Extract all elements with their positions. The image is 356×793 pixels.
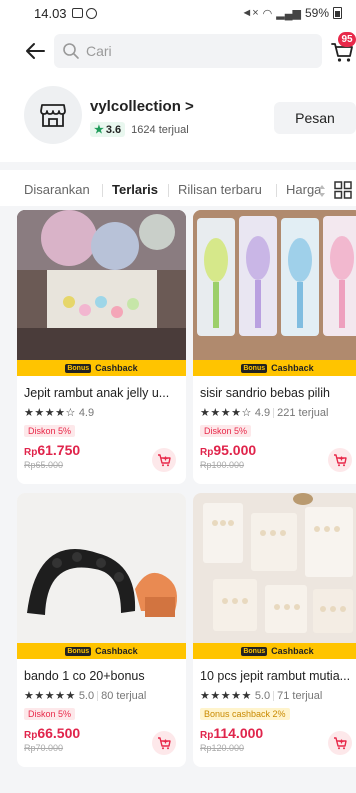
- product-image: [193, 493, 356, 643]
- discount-badge: Diskon 5%: [200, 425, 252, 437]
- original-price: Rp120.000: [200, 743, 245, 753]
- product-card[interactable]: Bonus Cashback bando 1 co 20+bonus ★★★★★…: [17, 493, 186, 767]
- add-to-cart-button[interactable]: [328, 448, 352, 472]
- store-rating: ★ 3.6: [90, 122, 126, 137]
- product-title: 10 pcs jepit rambut mutia...: [200, 669, 351, 683]
- rating-stars-icon: ★★★★☆: [24, 407, 76, 419]
- cashback-badge: Bonus cashback 2%: [200, 708, 290, 720]
- product-title: sisir sandrio bebas pilih: [200, 386, 330, 400]
- product-card[interactable]: Bonus Cashback 10 pcs jepit rambut mutia…: [193, 493, 356, 767]
- product-rating: ★★★★★ 5.0 80 terjual: [24, 689, 147, 703]
- add-to-cart-button[interactable]: [152, 731, 176, 755]
- original-price: Rp100.000: [200, 460, 245, 470]
- product-price: Rp61.750: [24, 442, 81, 458]
- mute-icon: ◄×: [241, 7, 259, 19]
- store-meta: ★ 3.6 1624 terjual: [90, 122, 189, 137]
- status-time: 14.03: [34, 6, 67, 21]
- section-divider: [0, 162, 356, 170]
- gallery-notification-icon: [72, 8, 83, 18]
- sort-arrows-icon: [319, 185, 325, 197]
- cashback-banner: Bonus Cashback: [17, 360, 186, 376]
- cart-plus-icon: [334, 737, 347, 750]
- back-arrow-icon[interactable]: [24, 40, 46, 62]
- wifi-icon: ◠: [262, 7, 273, 20]
- rating-stars-icon: ★★★★★: [200, 690, 252, 702]
- cashback-banner: Bonus Cashback: [193, 643, 356, 659]
- rating-stars-icon: ★★★★★: [24, 690, 76, 702]
- product-title: Jepit rambut anak jelly u...: [24, 386, 170, 400]
- product-image: [17, 210, 186, 360]
- product-price: Rp95.000: [200, 442, 257, 458]
- discount-badge: Diskon 5%: [24, 708, 76, 720]
- original-price: Rp70.000: [24, 743, 64, 753]
- product-rating: ★★★★☆ 4.9: [24, 406, 95, 420]
- product-rating: ★★★★☆ 4.9 221 terjual: [200, 406, 329, 420]
- discount-badge: Diskon 5%: [24, 425, 76, 437]
- tab-terlaris[interactable]: Terlaris: [112, 182, 158, 197]
- search-icon: [63, 43, 79, 59]
- search-input[interactable]: [86, 34, 306, 68]
- pesan-button[interactable]: Pesan: [274, 102, 356, 134]
- add-to-cart-button[interactable]: [328, 731, 352, 755]
- tab-harga[interactable]: Harga: [286, 182, 321, 197]
- grid-view-icon[interactable]: [334, 181, 352, 199]
- search-bar[interactable]: [54, 34, 322, 68]
- store-sold-count: 1624 terjual: [131, 123, 189, 136]
- store-avatar[interactable]: [24, 86, 82, 144]
- rating-stars-icon: ★★★★☆: [200, 407, 252, 419]
- tab-disarankan[interactable]: Disarankan: [24, 182, 90, 197]
- cart-plus-icon: [158, 454, 171, 467]
- product-rating: ★★★★★ 5.0 71 terjual: [200, 689, 323, 703]
- product-image: [17, 493, 186, 643]
- cart-plus-icon: [334, 454, 347, 467]
- add-to-cart-button[interactable]: [152, 448, 176, 472]
- status-bar: 14.03 ◄× ◠ ▂▄▆ 59%: [0, 0, 356, 30]
- star-icon: ★: [94, 124, 104, 136]
- battery-percent: 59%: [304, 6, 329, 20]
- product-card[interactable]: Bonus Cashback sisir sandrio bebas pilih…: [193, 210, 356, 484]
- store-name[interactable]: vylcollection >: [90, 98, 194, 115]
- product-card[interactable]: Bonus Cashback Jepit rambut anak jelly u…: [17, 210, 186, 484]
- product-title: bando 1 co 20+bonus: [24, 669, 145, 683]
- sort-tabs: Disarankan Terlaris Rilisan terbaru Harg…: [0, 170, 356, 206]
- cart-plus-icon: [158, 737, 171, 750]
- cashback-banner: Bonus Cashback: [193, 360, 356, 376]
- store-header: vylcollection > ★ 3.6 1624 terjual Pesan: [0, 80, 356, 156]
- store-icon: [40, 104, 66, 127]
- instagram-notification-icon: [86, 8, 97, 19]
- cart-badge: 95: [338, 32, 356, 47]
- product-price: Rp114.000: [200, 725, 264, 741]
- cashback-banner: Bonus Cashback: [17, 643, 186, 659]
- signal-icon: ▂▄▆: [276, 7, 301, 20]
- search-header: 95: [0, 30, 356, 74]
- chevron-right-icon: >: [185, 98, 194, 115]
- original-price: Rp65.000: [24, 460, 64, 470]
- tab-rilisan-terbaru[interactable]: Rilisan terbaru: [178, 182, 262, 197]
- product-image: [193, 210, 356, 360]
- battery-icon: [333, 7, 342, 19]
- product-price: Rp66.500: [24, 725, 81, 741]
